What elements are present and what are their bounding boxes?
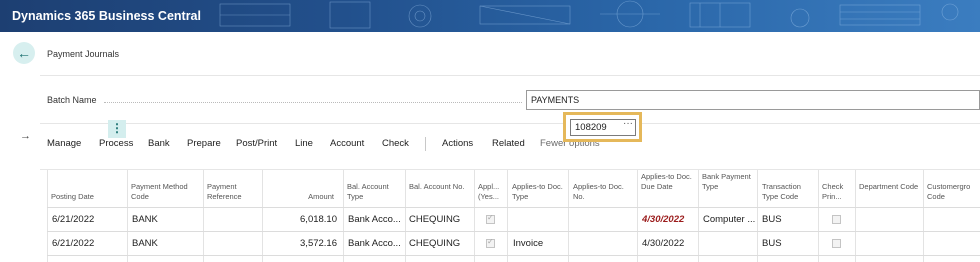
col-header-payment-method-code[interactable]: Payment Method Code xyxy=(131,182,201,202)
ellipsis-icon[interactable]: ··· xyxy=(623,118,633,129)
column-divider xyxy=(757,170,758,262)
column-divider xyxy=(818,170,819,262)
page-title: Payment Journals xyxy=(47,49,120,59)
cell-amount[interactable]: 6,018.10 xyxy=(266,214,337,225)
col-header-bal-account-no[interactable]: Bal. Account No. xyxy=(409,182,471,192)
cell-bal-account-type[interactable]: Bank Acco... xyxy=(348,238,404,249)
arrow-left-icon: ← xyxy=(17,45,31,61)
batch-leader-dots xyxy=(104,102,522,103)
cell-transaction-type-code[interactable]: BUS xyxy=(762,214,816,225)
cell-payment-method-code[interactable]: BANK xyxy=(132,214,200,225)
app-title: Dynamics 365 Business Central xyxy=(12,9,201,23)
cell-payment-method-code[interactable]: BANK xyxy=(132,238,200,249)
column-divider xyxy=(568,170,569,262)
col-header-check-printed[interactable]: Check Prin... xyxy=(822,182,854,202)
action-process[interactable]: Process xyxy=(99,138,133,149)
column-divider xyxy=(507,170,508,262)
col-header-applies-to-doc-type[interactable]: Applies-to Doc. Type xyxy=(512,182,566,202)
column-divider xyxy=(698,170,699,262)
arrow-right-icon: → xyxy=(20,130,31,142)
cell-check-printed-checkbox[interactable] xyxy=(832,239,841,248)
row-divider xyxy=(47,255,980,256)
column-divider xyxy=(203,170,204,262)
cell-bal-account-type[interactable]: Bank Acco... xyxy=(348,214,404,225)
cell-bank-payment-type[interactable]: Computer ... xyxy=(703,214,756,225)
action-prepare[interactable]: Prepare xyxy=(187,138,221,149)
col-header-applies-to-doc-no[interactable]: Applies-to Doc. No. xyxy=(573,182,635,202)
more-vertical-icon: ⋮ xyxy=(111,121,123,135)
app-header: Dynamics 365 Business Central xyxy=(0,0,980,32)
col-header-bal-account-type[interactable]: Bal. Account Type xyxy=(347,182,403,202)
action-related[interactable]: Related xyxy=(492,138,525,149)
col-header-department-code[interactable]: Department Code xyxy=(859,182,921,192)
cell-posting-date[interactable]: 6/21/2022 xyxy=(52,238,104,249)
cell-transaction-type-code[interactable]: BUS xyxy=(762,238,816,249)
col-header-transaction-type-code[interactable]: Transaction Type Code xyxy=(762,182,816,202)
action-account[interactable]: Account xyxy=(330,138,364,149)
cell-check-printed-checkbox[interactable] xyxy=(832,215,841,224)
row-actions-button[interactable]: ⋮ xyxy=(108,120,126,138)
row-divider xyxy=(47,231,980,232)
action-actions[interactable]: Actions xyxy=(442,138,473,149)
header-divider xyxy=(47,207,980,208)
column-divider xyxy=(855,170,856,262)
cell-applies-to-doc-due-date[interactable]: 4/30/2022 xyxy=(642,238,697,249)
cell-applies-yes-checkbox[interactable] xyxy=(486,237,495,248)
action-line[interactable]: Line xyxy=(295,138,313,149)
col-header-payment-reference[interactable]: Payment Reference xyxy=(207,182,259,202)
divider xyxy=(40,123,980,124)
action-divider xyxy=(425,137,426,151)
action-manage[interactable]: Manage xyxy=(47,138,81,149)
payment-journal-page: ← Payment Journals Batch Name PAYMENTS M… xyxy=(0,32,980,262)
action-post-print[interactable]: Post/Print xyxy=(236,138,277,149)
journal-lines-grid: Posting Date Payment Method Code Payment… xyxy=(0,170,980,262)
action-bank[interactable]: Bank xyxy=(148,138,170,149)
column-divider xyxy=(127,170,128,262)
cell-applies-to-doc-type[interactable]: Invoice xyxy=(513,238,563,249)
col-header-posting-date[interactable]: Posting Date xyxy=(51,192,125,202)
col-header-applies-to-doc-due-date[interactable]: Applies-to Doc. Due Date xyxy=(641,172,696,192)
cell-bal-account-no[interactable]: CHEQUING xyxy=(409,238,472,249)
cell-applies-to-doc-due-date[interactable]: 4/30/2022 xyxy=(642,214,697,225)
cell-posting-date[interactable]: 6/21/2022 xyxy=(52,214,124,225)
cell-bal-account-no[interactable]: CHEQUING xyxy=(409,214,472,225)
column-divider xyxy=(405,170,406,262)
batch-name-label: Batch Name xyxy=(47,95,97,105)
header-blueprint-decoration xyxy=(219,0,959,29)
cell-amount[interactable]: 3,572.16 xyxy=(266,238,337,249)
column-divider xyxy=(637,170,638,262)
action-check[interactable]: Check xyxy=(382,138,409,149)
col-header-customergroup-code[interactable]: Customergro Code xyxy=(927,182,980,202)
column-divider xyxy=(343,170,344,262)
divider xyxy=(40,75,980,76)
col-header-applies-yes[interactable]: Appl... (Yes... xyxy=(478,182,506,202)
column-divider xyxy=(262,170,263,262)
cell-applies-yes-checkbox[interactable] xyxy=(486,213,495,224)
column-divider xyxy=(47,170,48,262)
column-divider xyxy=(474,170,475,262)
col-header-bank-payment-type[interactable]: Bank Payment Type xyxy=(702,172,755,192)
col-header-amount[interactable]: Amount xyxy=(266,192,334,202)
back-button[interactable]: ← xyxy=(13,42,35,64)
batch-name-field[interactable]: PAYMENTS xyxy=(526,90,980,110)
column-divider xyxy=(923,170,924,262)
